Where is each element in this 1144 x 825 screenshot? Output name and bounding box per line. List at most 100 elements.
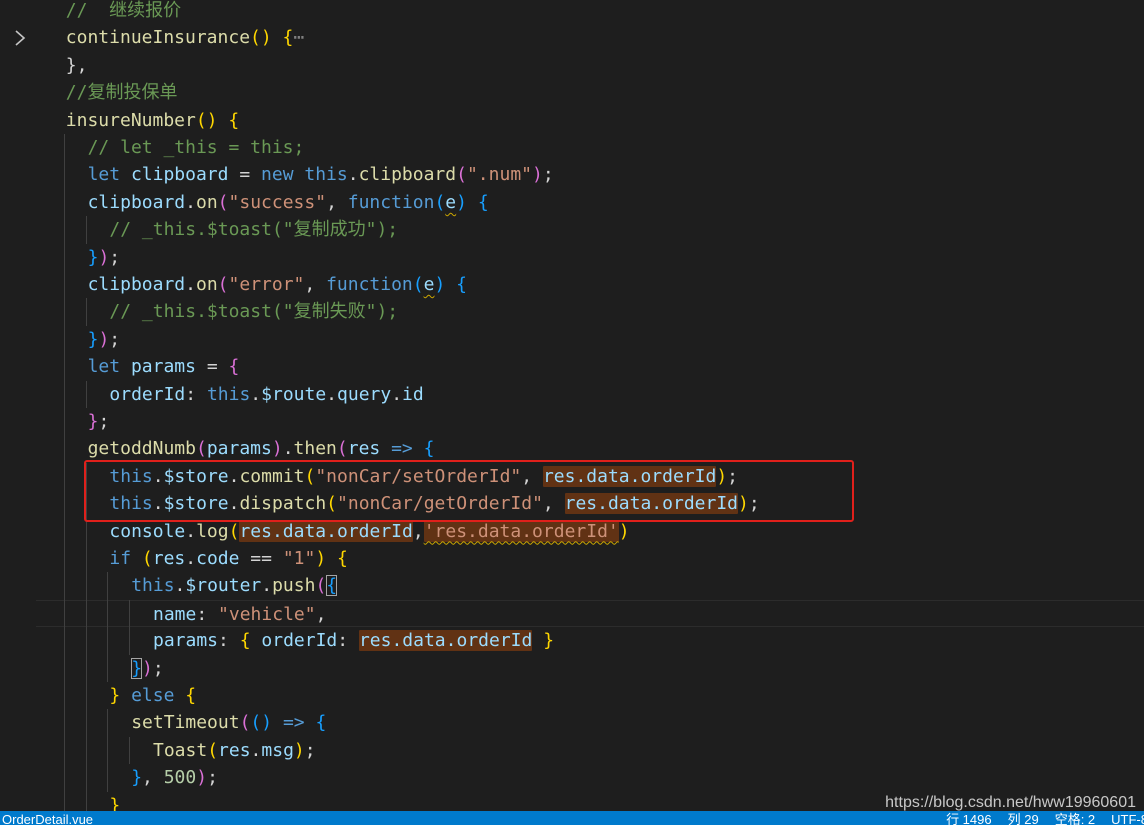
indent-guide [63,462,65,491]
code-line[interactable]: // 继续报价 [36,0,1144,24]
indent-guide [107,709,109,737]
line-number [0,655,6,682]
status-spaces[interactable]: 空格: 2 [1055,813,1095,825]
code-token: clipboard [358,164,457,186]
line-number [0,490,6,517]
code-line[interactable]: }, [36,52,1144,79]
code-token: res.data.orderId [239,520,413,542]
indent-guide [107,627,109,655]
code-token: { [477,191,489,213]
code-token: msg [261,739,294,761]
code-token: ( [336,438,348,460]
code-token: ; [304,739,316,761]
code-token: this [131,575,175,597]
code-token: . [282,438,294,460]
code-token: ( [315,575,327,597]
code-line[interactable]: getoddNumb(params).then(res => { [36,435,1144,462]
code-line[interactable]: }); [36,244,1144,271]
indent-guide [107,764,109,792]
code-token: name [153,603,197,625]
line-number [0,24,6,51]
code-token: this [206,383,251,405]
indent-guide [63,134,65,162]
code-line[interactable]: let clipboard = new this.clipboard(".num… [36,161,1144,188]
code-token: = [228,164,262,186]
code-token: "error" [228,274,305,295]
line-number [0,107,6,134]
code-line[interactable]: if (res.code == "1") { [36,545,1144,572]
code-line[interactable]: this.$router.push({ [36,572,1144,599]
indent-guide [63,599,65,628]
indent-guide [107,599,109,628]
code-token: log [196,520,229,542]
code-token: res [152,548,186,569]
code-line[interactable]: }); [36,655,1144,682]
code-editor[interactable]: // 继续报价 continueInsurance() {⋯},//复制投保单 in… [0,0,1144,811]
code-token: , [304,274,327,295]
indent-guide [85,791,87,811]
status-column[interactable]: 列 29 [1008,813,1039,825]
code-token: ( [456,164,467,186]
code-token: { [337,548,348,569]
code-line[interactable]: //复制投保单 [36,79,1144,106]
line-number [0,134,6,161]
code-line[interactable]: } else { [36,682,1144,709]
status-line[interactable]: 行 1496 [946,813,992,825]
code-line[interactable]: let params = { [36,353,1144,380]
code-token: ) [271,438,283,460]
code-line[interactable]: name: "vehicle", [36,599,1144,628]
line-number [0,518,6,545]
indent-guide [85,682,87,710]
line-number [0,463,6,490]
code-line[interactable]: insureNumber() { [36,107,1144,134]
indent-guide [63,490,65,518]
code-line[interactable]: clipboard.on("error", function(e) { [36,271,1144,298]
code-line[interactable]: params: { orderId: res.data.orderId } [36,627,1144,654]
code-token: this [304,164,348,186]
code-token: . [185,548,197,569]
indent-guide [63,271,65,299]
code-token: : [196,603,219,625]
code-line[interactable]: Toast(res.msg); [36,737,1144,764]
code-line[interactable]: orderId: this.$route.query.id [36,381,1144,408]
code-line[interactable]: }, 500); [36,764,1144,791]
indent-guide [63,188,65,217]
code-token: } [87,411,99,432]
code-token: on [195,274,218,295]
code-line[interactable]: // _this.$toast("复制成功"); [36,216,1144,243]
code-token: orderId [250,630,338,652]
code-line[interactable]: setTimeout(() => { [36,709,1144,736]
code-token: ) [98,328,110,350]
code-token: clipboard [130,164,229,186]
code-token: { [185,685,197,706]
code-token: // let _this = this; [87,137,305,158]
code-line[interactable]: // let _this = this; [36,134,1144,161]
code-token: . [347,164,359,186]
status-file-name[interactable]: OrderDetail.vue [2,813,93,825]
chevron-right-icon[interactable] [10,24,30,51]
indent-guide [63,435,65,463]
code-token: : [218,630,240,652]
indent-guide [85,298,87,326]
code-line[interactable]: // _this.$toast("复制失败"); [36,298,1144,325]
code-line[interactable]: continueInsurance() {⋯ [36,24,1144,51]
indent-guide [85,709,87,737]
indent-guide [63,161,65,189]
code-token: ) [456,191,467,213]
code-token: function [347,191,435,213]
code-line[interactable]: }; [36,408,1144,435]
status-encoding[interactable]: UTF-8 [1111,813,1144,825]
code-token: setTimeout [131,712,240,734]
code-token: // _this.$toast("复制成功"); [109,219,399,241]
indent-guide [63,736,65,765]
code-token: . [250,739,262,761]
indent-guide [63,709,65,737]
code-line[interactable]: }); [36,326,1144,353]
code-token: { [228,109,240,131]
code-token: ; [207,767,218,789]
code-line[interactable]: clipboard.on("success", function(e) { [36,189,1144,216]
